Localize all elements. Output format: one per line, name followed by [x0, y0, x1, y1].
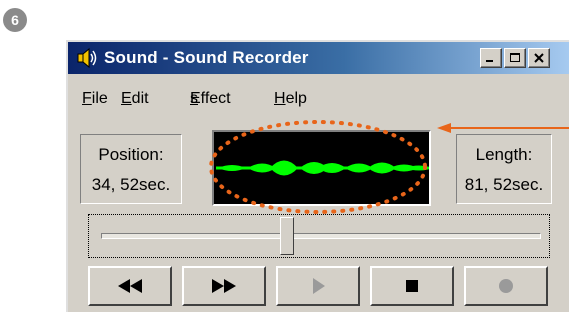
speaker-icon [77, 47, 97, 69]
sound-recorder-window: Sound - Sound Recorder File Edit Effect s… [66, 40, 569, 312]
play-button[interactable] [276, 266, 360, 306]
window-title: Sound - Sound Recorder [104, 48, 309, 67]
title-bar[interactable]: Sound - Sound Recorder [68, 42, 569, 74]
step-number-badge: 6 [3, 8, 27, 32]
seek-track [101, 233, 541, 239]
length-display: Length: 81, 52sec. [456, 134, 552, 204]
minimize-button[interactable] [480, 48, 502, 68]
seek-to-end-button[interactable] [182, 266, 266, 306]
waveform-display [212, 130, 433, 206]
close-icon [534, 53, 544, 63]
position-display: Position: 34, 52sec. [80, 134, 182, 204]
seek-thumb[interactable] [280, 217, 295, 255]
record-icon [499, 279, 513, 293]
seek-to-start-button[interactable] [88, 266, 172, 306]
stop-button[interactable] [370, 266, 454, 306]
rewind-icon [118, 279, 142, 293]
close-button[interactable] [528, 48, 550, 68]
length-label: Length: [475, 145, 533, 164]
fast-forward-icon [212, 279, 236, 293]
length-value: 81, 52sec. [464, 175, 544, 194]
minimize-icon [486, 60, 493, 62]
menu-effects[interactable]: Effect s [190, 90, 231, 108]
position-value: 34, 52sec. [91, 175, 171, 194]
position-label: Position: [98, 145, 164, 164]
menu-file[interactable]: File [82, 90, 108, 108]
record-button[interactable] [464, 266, 548, 306]
maximize-icon [510, 53, 520, 62]
menu-edit[interactable]: Edit [121, 90, 149, 108]
menu-help[interactable]: Help [274, 90, 307, 108]
seek-slider[interactable] [88, 214, 550, 258]
waveform-icon [216, 160, 433, 176]
stop-icon [406, 280, 418, 292]
play-icon [313, 278, 325, 294]
maximize-button[interactable] [504, 48, 526, 68]
